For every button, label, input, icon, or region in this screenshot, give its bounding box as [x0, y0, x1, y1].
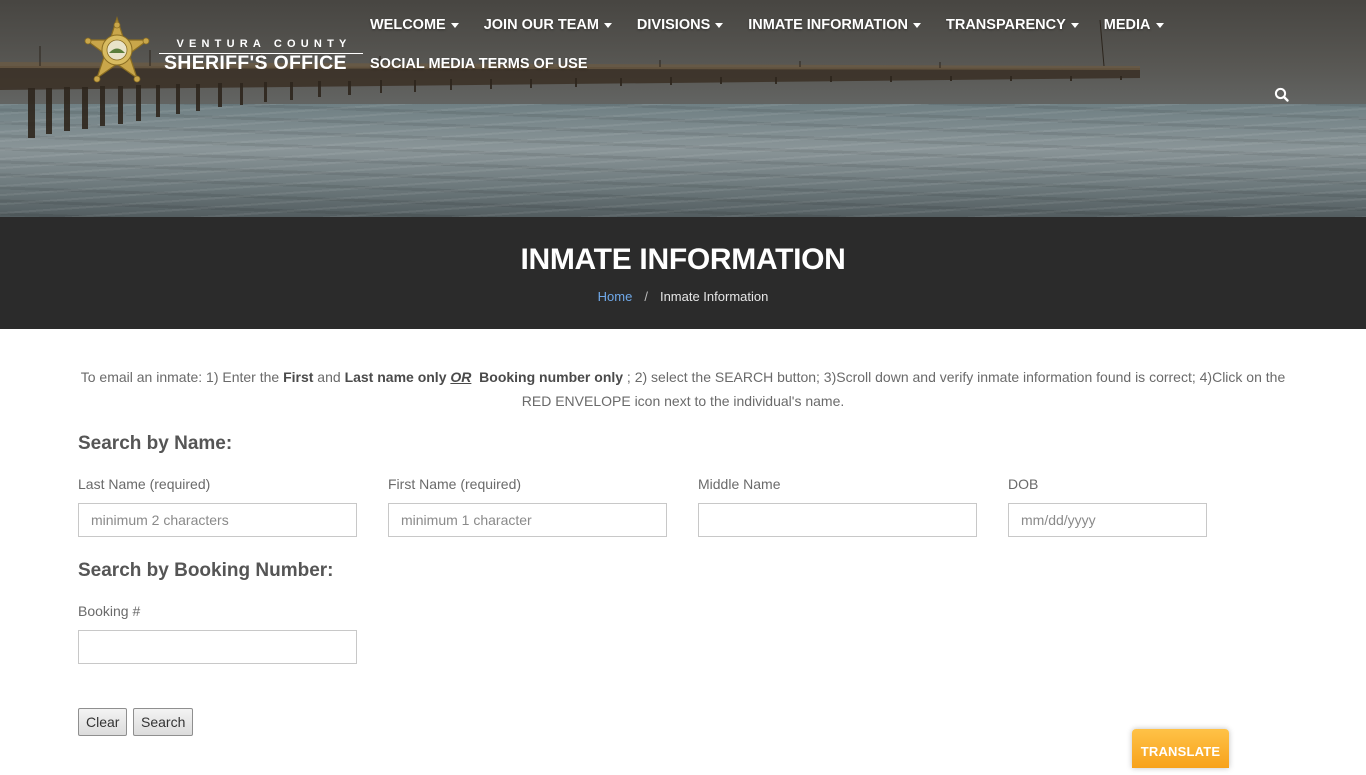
- intro-booking: Booking number only: [479, 369, 624, 385]
- clear-button[interactable]: Clear: [78, 708, 128, 736]
- first-name-label: First Name (required): [388, 476, 522, 492]
- nav-row-2: SOCIAL MEDIA TERMS OF USE: [370, 54, 1170, 74]
- middle-name-label: Middle Name: [698, 476, 781, 492]
- nav-label: TRANSPARENCY: [946, 17, 1066, 33]
- breadcrumb-separator: /: [644, 289, 648, 304]
- search-icon: [1274, 87, 1289, 102]
- breadcrumb: Home / Inmate Information: [0, 289, 1366, 304]
- instructions-text: To email an inmate: 1) Enter the First a…: [78, 366, 1288, 413]
- brand-county: VENTURA COUNTY: [176, 38, 352, 50]
- dob-input[interactable]: [1008, 503, 1207, 537]
- search-button[interactable]: [1273, 86, 1291, 104]
- middle-name-input[interactable]: [698, 503, 977, 537]
- caret-down-icon: [1155, 22, 1164, 28]
- nav-label: WELCOME: [370, 17, 446, 33]
- intro-first: First: [283, 369, 314, 385]
- booking-number-label: Booking #: [78, 603, 141, 619]
- search-by-name-title: Search by Name:: [78, 433, 233, 454]
- dob-label: DOB: [1008, 476, 1039, 492]
- intro-text-1: To email an inmate: 1) Enter the: [80, 369, 284, 385]
- nav-transparency[interactable]: TRANSPARENCY: [946, 15, 1079, 35]
- page-title: INMATE INFORMATION: [520, 243, 846, 276]
- caret-down-icon: [603, 22, 612, 28]
- main-nav: WELCOME JOIN OUR TEAM DIVISIONS INMATE I…: [370, 15, 1170, 93]
- nav-label: DIVISIONS: [636, 17, 711, 33]
- caret-down-icon: [450, 22, 459, 28]
- nav-join-our-team[interactable]: JOIN OUR TEAM: [484, 15, 612, 35]
- intro-text-2: and: [313, 369, 345, 385]
- translate-button[interactable]: TRANSLATE: [1132, 729, 1229, 768]
- last-name-label: Last Name (required): [78, 476, 211, 492]
- nav-media[interactable]: MEDIA: [1104, 15, 1164, 35]
- nav-label: SOCIAL MEDIA TERMS OF USE: [370, 56, 588, 72]
- sheriff-logo[interactable]: VENTURA COUNTY SHERIFF'S OFFICE: [82, 16, 367, 96]
- hero-banner: VENTURA COUNTY SHERIFF'S OFFICE WELCOME …: [0, 0, 1366, 217]
- nav-label: MEDIA: [1103, 17, 1151, 33]
- breadcrumb-current: Inmate Information: [659, 289, 769, 304]
- breadcrumb-home-link[interactable]: Home: [598, 289, 633, 304]
- nav-row-1: WELCOME JOIN OUR TEAM DIVISIONS INMATE I…: [370, 15, 1170, 35]
- caret-down-icon: [1070, 22, 1079, 28]
- intro-or: OR: [450, 369, 472, 385]
- nav-divisions[interactable]: DIVISIONS: [636, 15, 724, 35]
- brand-name: SHERIFF'S OFFICE: [164, 52, 347, 74]
- nav-social-media-terms[interactable]: SOCIAL MEDIA TERMS OF USE: [370, 54, 588, 74]
- caret-down-icon: [715, 22, 724, 28]
- search-by-booking-title: Search by Booking Number:: [78, 560, 334, 581]
- page-title-bar: INMATE INFORMATION Home / Inmate Informati…: [0, 217, 1366, 329]
- nav-label: INMATE INFORMATION: [748, 17, 908, 33]
- nav-welcome[interactable]: WELCOME: [370, 15, 459, 35]
- intro-last-name: Last name only: [344, 369, 447, 385]
- search-submit-button[interactable]: Search: [133, 708, 194, 736]
- sheriff-star-badge-icon: [84, 16, 150, 83]
- caret-down-icon: [913, 22, 921, 28]
- booking-number-input[interactable]: [78, 630, 357, 664]
- last-name-input[interactable]: [78, 503, 357, 537]
- first-name-input[interactable]: [388, 503, 667, 537]
- nav-label: JOIN OUR TEAM: [483, 17, 599, 33]
- nav-inmate-information[interactable]: INMATE INFORMATION: [748, 15, 921, 35]
- intro-text-3: ; 2) select the SEARCH button; 3)Scroll …: [521, 369, 1286, 409]
